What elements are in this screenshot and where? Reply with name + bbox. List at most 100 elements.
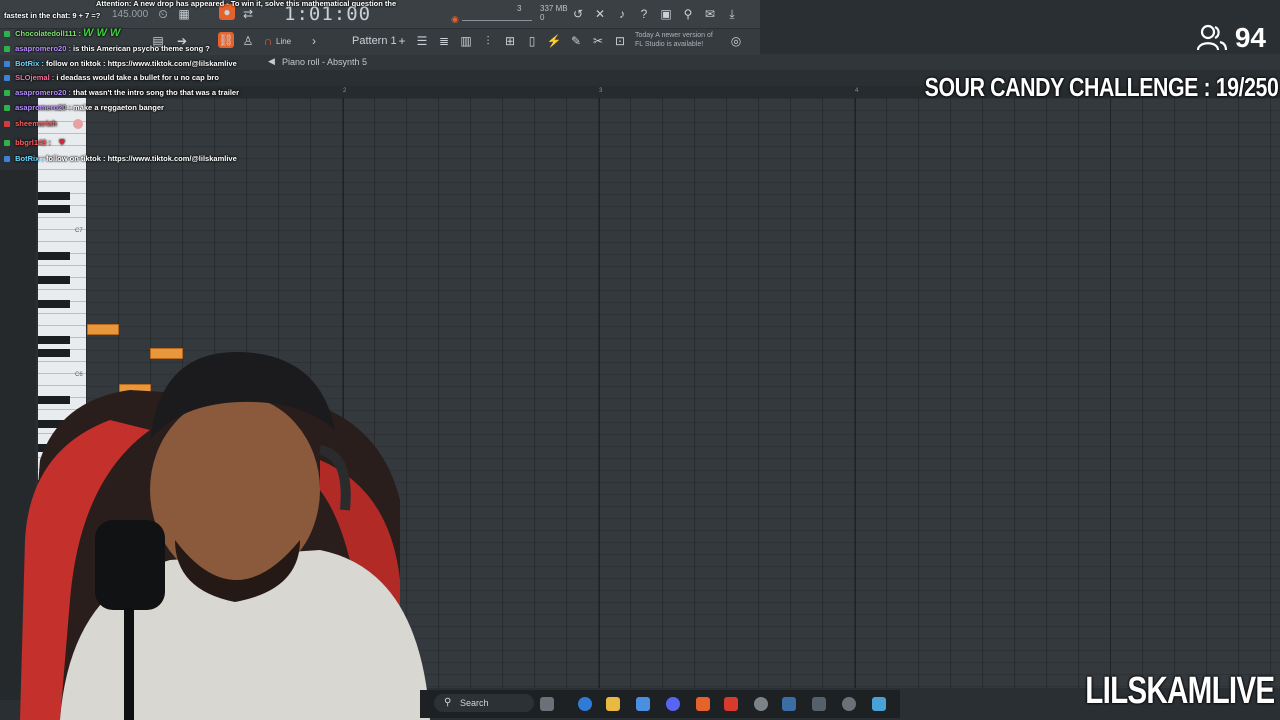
- chat-message: sheemariah: [4, 119, 83, 130]
- chat-username: sheemariah: [15, 119, 57, 128]
- ruler-bar-number: 4: [855, 88, 859, 94]
- wrench-icon[interactable]: ✎: [568, 33, 584, 49]
- chat-text: that wasn't the intro song tho that was …: [73, 88, 240, 97]
- chat-text: W W W: [83, 27, 121, 39]
- black-key[interactable]: [38, 205, 70, 213]
- copilot-icon[interactable]: [578, 697, 592, 711]
- pattern-selector[interactable]: Pattern 1: [352, 35, 397, 47]
- clipboard-icon[interactable]: ▯: [524, 33, 540, 49]
- chat-username: asapromero20 :: [15, 44, 71, 53]
- fl-studio-icon[interactable]: [696, 697, 710, 711]
- store-icon[interactable]: [636, 697, 650, 711]
- brave-icon[interactable]: [724, 697, 738, 711]
- widget-icon[interactable]: [540, 697, 554, 711]
- memory-indicator: 337 MB 0: [540, 4, 568, 22]
- black-key[interactable]: [38, 276, 70, 284]
- chat-username: asapromero20 :: [15, 103, 71, 112]
- badge-icon: [4, 140, 10, 147]
- 4k-icon[interactable]: [842, 697, 856, 711]
- chat-message: SLOjemal : i deadass would take a bullet…: [4, 73, 219, 82]
- chevron-right-icon[interactable]: ›: [306, 33, 322, 49]
- search-label: Search: [460, 698, 489, 708]
- metronome-icon[interactable]: ⏲: [155, 6, 171, 22]
- file-explorer-icon[interactable]: [606, 697, 620, 711]
- chat-text: make a reggaeton banger: [73, 103, 164, 112]
- channel-rack-icon[interactable]: ▥: [458, 33, 474, 49]
- mixer-icon[interactable]: ▦: [176, 6, 192, 22]
- bar-line: [599, 98, 600, 688]
- black-key[interactable]: [38, 300, 70, 308]
- browser-icon[interactable]: ⊞: [502, 33, 518, 49]
- ruler-bar-number: 2: [343, 88, 347, 94]
- stamp-icon[interactable]: ♙: [240, 33, 256, 49]
- playlist-icon[interactable]: ☰: [414, 33, 430, 49]
- badge-icon: [4, 156, 10, 163]
- ruler-bar-number: 3: [599, 88, 603, 94]
- memory-value: 337 MB: [540, 4, 568, 13]
- close-icon[interactable]: ✕: [592, 6, 608, 22]
- chat-message: asapromero20 : make a reggaeton banger: [4, 103, 164, 112]
- download-icon[interactable]: ⤓: [724, 6, 740, 22]
- chat-message: asapromero20 : that wasn't the intro son…: [4, 88, 239, 97]
- memory-sub: 0: [540, 13, 545, 22]
- save-icon[interactable]: ▣: [658, 6, 674, 22]
- chat-username: BotRix :: [15, 59, 44, 68]
- badge-icon: [4, 75, 10, 82]
- help-icon[interactable]: ?: [636, 6, 652, 22]
- chat-text: i deadass would take a bullet for u no c…: [56, 73, 219, 82]
- chat-message: BotRix : follow on tiktok : https://www.…: [4, 154, 237, 163]
- chat-text: fastest in the chat: 9 + 7 =?: [4, 11, 101, 20]
- piano-roll-icon[interactable]: ≣: [436, 33, 452, 49]
- bar-line: [1110, 98, 1111, 688]
- master-volume-slider[interactable]: [462, 20, 532, 21]
- chat-message: Chocolatedoll111 : W W W: [4, 27, 120, 39]
- taskbar-search[interactable]: ⚲ Search: [434, 694, 534, 712]
- chat-message: fastest in the chat: 9 + 7 =?: [4, 11, 100, 20]
- midi-note[interactable]: [87, 324, 119, 335]
- chat-text: is this American psycho theme song ?: [73, 44, 210, 53]
- chat-icon[interactable]: ✉: [702, 6, 718, 22]
- challenge-banner: SOUR CANDY CHALLENGE : 19/250: [924, 72, 1278, 102]
- chat-message: asapromero20 : is this American psycho t…: [4, 44, 210, 53]
- badge-icon: [4, 121, 10, 128]
- chat-message: bbgrl143 : ♥: [4, 137, 65, 148]
- song-mode-icon[interactable]: ⇄: [240, 6, 256, 22]
- add-pattern-icon[interactable]: +: [394, 33, 410, 49]
- link-icon[interactable]: ⛓: [218, 32, 234, 48]
- snap-selector[interactable]: Line: [276, 37, 291, 46]
- piano-roll-arrow-icon[interactable]: ◀: [268, 56, 275, 67]
- key-label-c7: C7: [75, 228, 83, 234]
- cart-icon[interactable]: ⊡: [612, 33, 628, 49]
- mixer-faders-icon[interactable]: ⫶: [480, 33, 496, 49]
- undo-icon[interactable]: ↺: [570, 6, 586, 22]
- magnet-icon[interactable]: ∩: [260, 33, 276, 49]
- tempo-display[interactable]: 145.000: [112, 9, 148, 20]
- plugin-icon[interactable]: ⚲: [680, 6, 696, 22]
- notepad-icon[interactable]: [872, 697, 886, 711]
- chat-text: follow on tiktok : https://www.tiktok.co…: [45, 154, 237, 163]
- obs-icon[interactable]: [754, 697, 768, 711]
- globe-icon[interactable]: ◎: [728, 33, 744, 49]
- tools-icon[interactable]: ✂: [590, 33, 606, 49]
- app-icon[interactable]: [812, 697, 826, 711]
- badge-icon: [4, 105, 10, 112]
- discord-icon[interactable]: [666, 697, 680, 711]
- loop-icon[interactable]: ◉: [451, 14, 459, 25]
- piano-roll-title[interactable]: Piano roll - Absynth 5: [282, 57, 367, 67]
- viewers-icon: [1196, 24, 1227, 51]
- chat-username: Chocolatedoll111 :: [15, 29, 81, 38]
- badge-icon: [4, 46, 10, 53]
- streamer-brand: LILSKAMLIVE: [1084, 670, 1275, 712]
- black-key[interactable]: [38, 192, 70, 200]
- viewer-count: 94: [1234, 22, 1266, 53]
- chat-message: BotRix : follow on tiktok : https://www.…: [4, 59, 237, 68]
- windows-taskbar: ⚲ Search: [420, 690, 900, 718]
- news-panel[interactable]: Today A newer version of FL Studio is av…: [635, 31, 713, 49]
- steam-icon[interactable]: [782, 697, 796, 711]
- microphone-icon[interactable]: ♪: [614, 6, 630, 22]
- chat-text: Attention: A new drop has appeared - To …: [96, 0, 397, 8]
- chat-username: bbgrl143 :: [15, 138, 51, 147]
- black-key[interactable]: [38, 252, 70, 260]
- chat-username: asapromero20 :: [15, 88, 71, 97]
- plug-icon[interactable]: ⚡: [546, 33, 562, 49]
